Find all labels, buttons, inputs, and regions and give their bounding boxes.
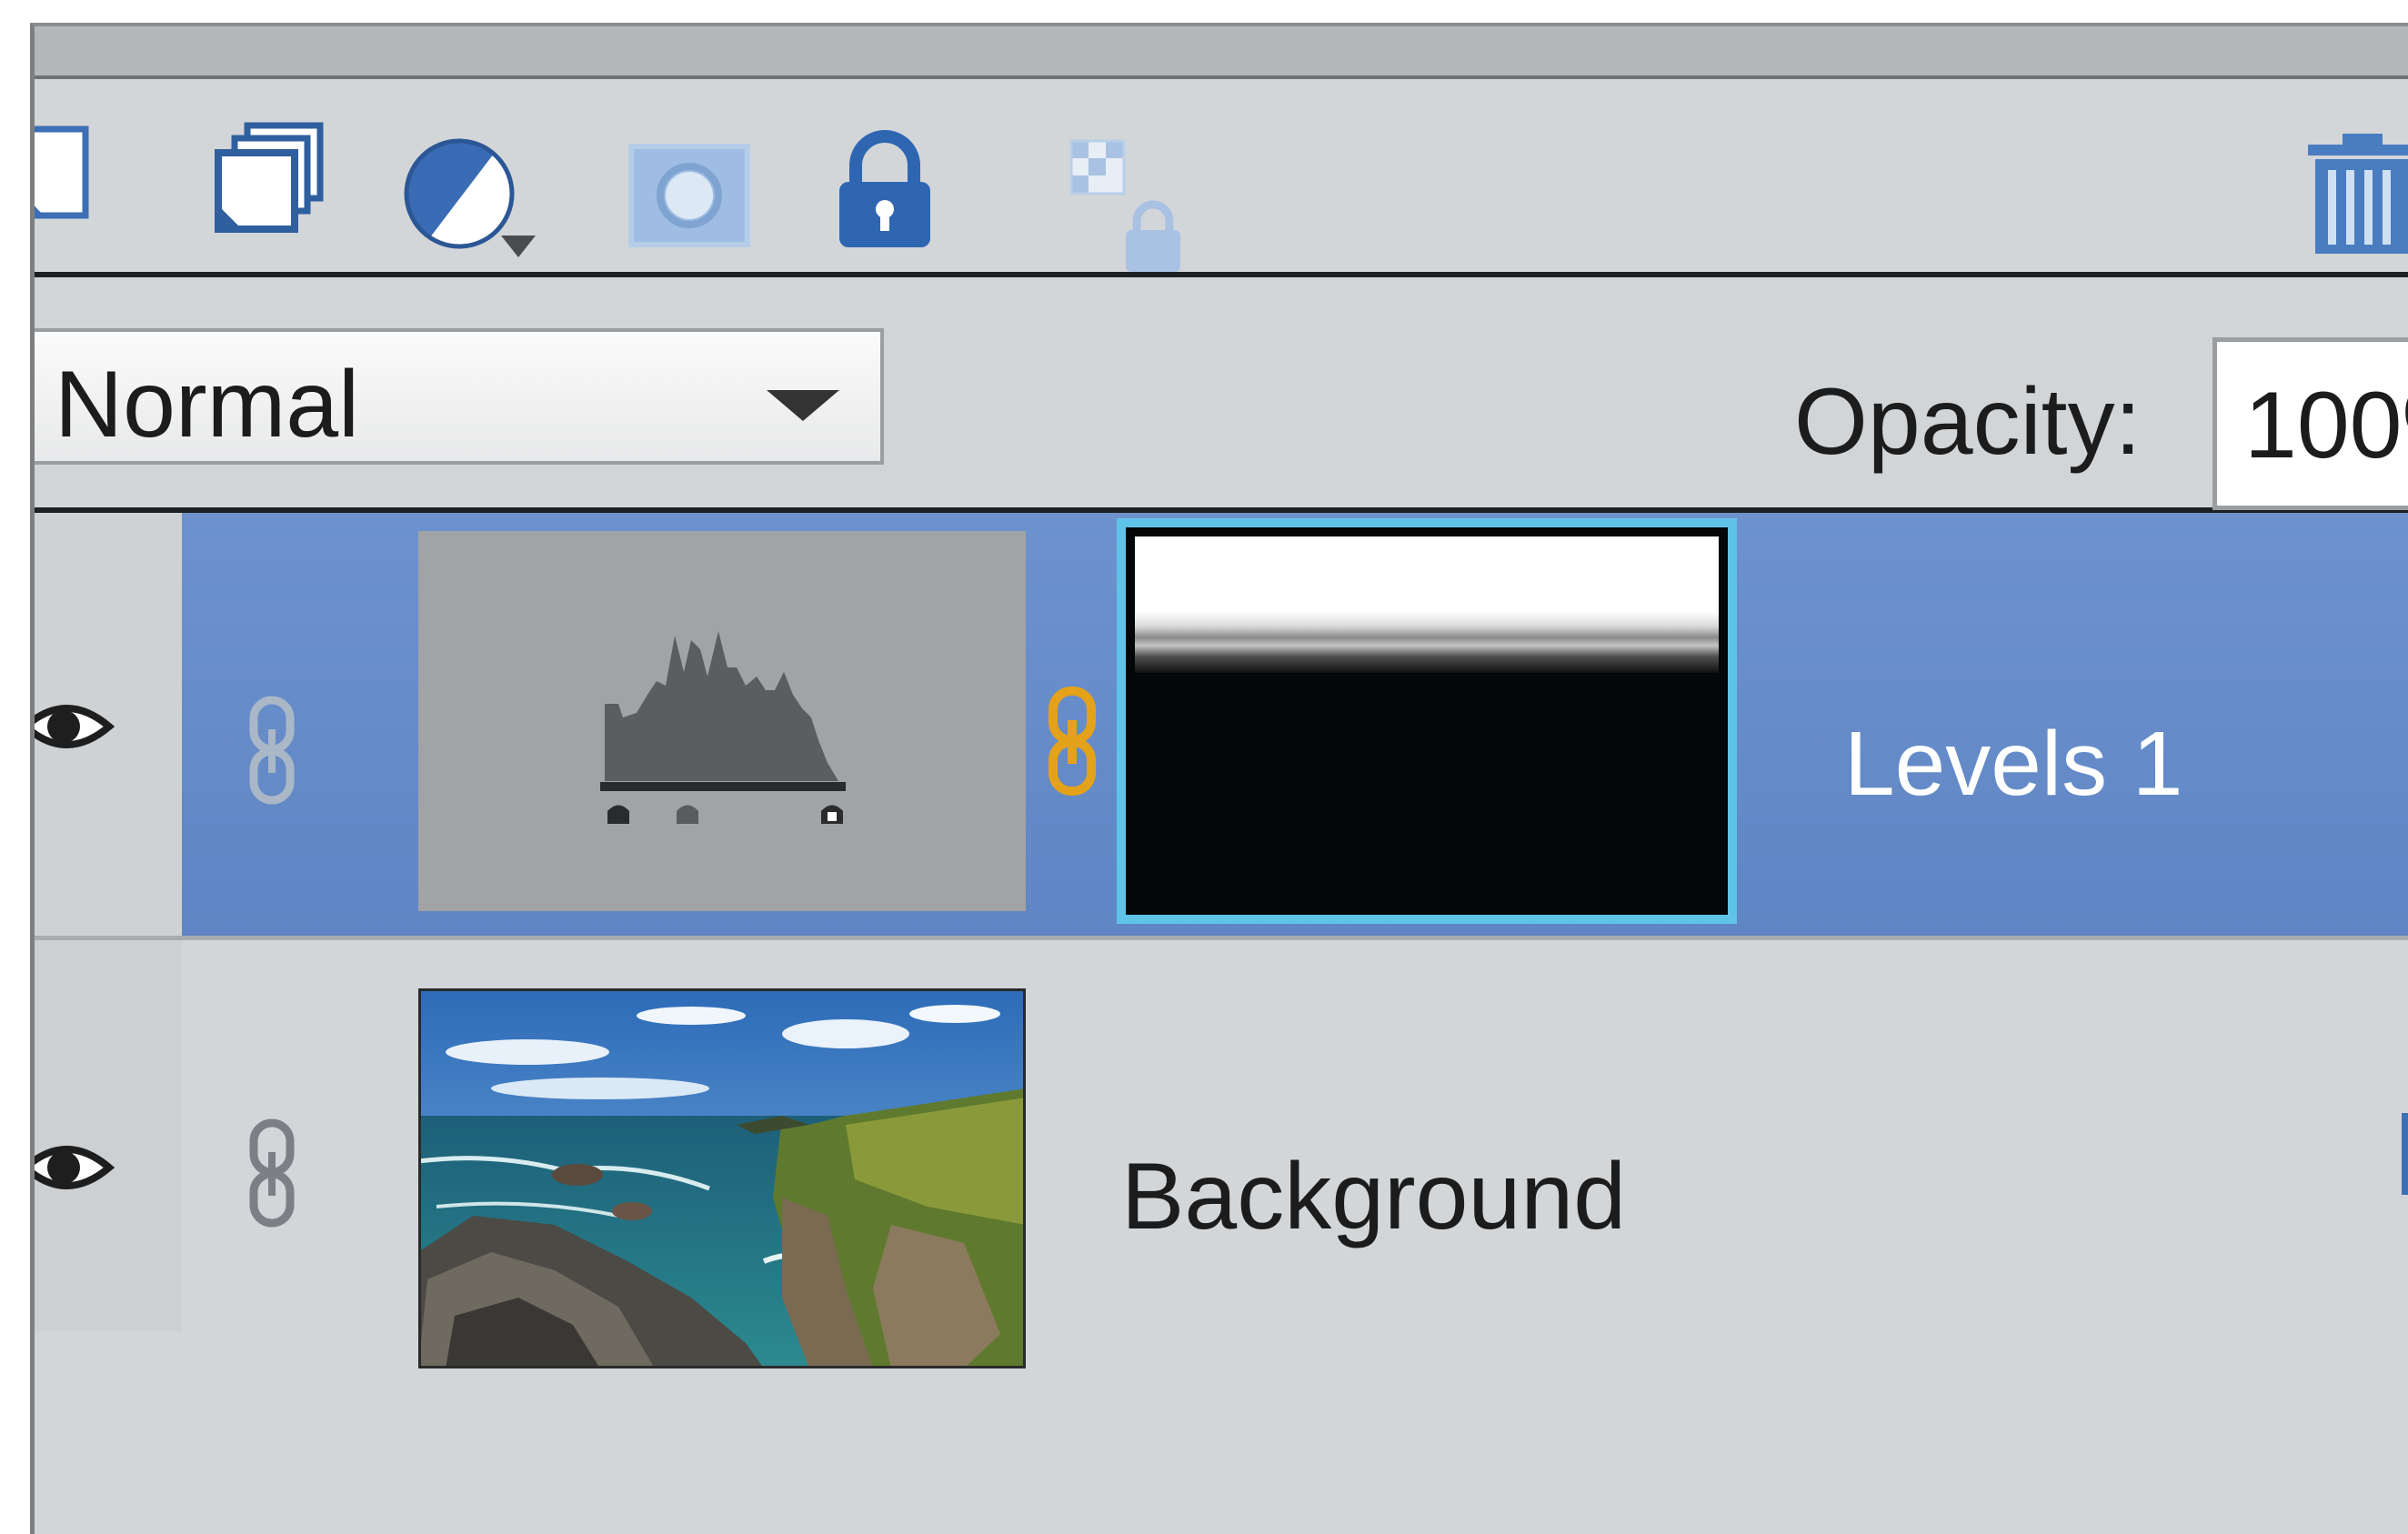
layer-mask-thumbnail[interactable] [1117,518,1737,924]
layer-row-levels[interactable]: Levels 1 [35,513,2408,940]
coastal-landscape-photo[interactable] [418,988,1026,1369]
layers-toolbar [35,79,2408,277]
blend-mode-dropdown[interactable]: Normal [35,328,884,465]
layers-panel: Normal Opacity: 100% [30,23,2408,1534]
opacity-field[interactable]: 100% [2212,337,2408,510]
histogram-icon[interactable] [418,531,1026,911]
lock-indicator [2402,1113,2408,1195]
opacity-label: Opacity: [1794,369,2142,475]
link-icon[interactable] [239,695,312,813]
panel-title-bar[interactable] [35,26,2408,79]
layer-name[interactable]: Background [1121,1149,1626,1244]
layer-row-background[interactable]: Background [35,940,2408,1534]
layer-mask-icon[interactable] [626,141,753,250]
mask-gradient [1135,536,1719,673]
duplicate-layers-icon[interactable] [207,120,335,238]
lock-all-icon[interactable] [830,129,939,252]
mask-link-icon[interactable] [1042,686,1106,804]
trash-icon[interactable] [2299,132,2408,259]
opacity-value: 100% [2244,373,2408,478]
adjustment-layer-icon[interactable] [403,134,539,261]
new-layer-icon[interactable] [30,125,98,225]
eye-icon[interactable] [30,1131,116,1204]
layer-name[interactable]: Levels 1 [1844,718,2182,809]
eye-icon[interactable] [30,690,116,763]
blend-mode-value: Normal [55,352,360,457]
lock-transparency-icon[interactable] [1035,134,1189,279]
chevron-down-icon [767,390,839,421]
link-icon[interactable] [239,1118,312,1236]
blend-options-bar: Normal Opacity: 100% [35,277,2408,513]
